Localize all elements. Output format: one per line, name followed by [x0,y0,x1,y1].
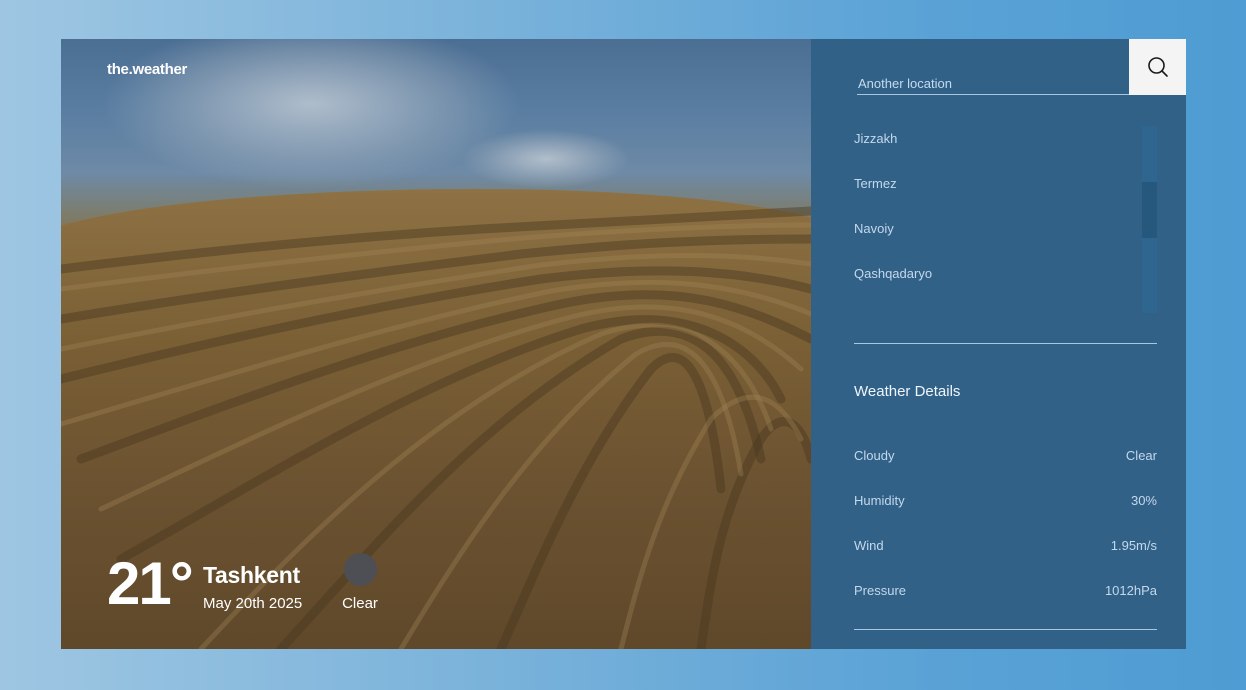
current-temperature: 21° [107,550,194,617]
background-photo: the.weather 21° Tashkent May 20th 2025 C… [61,39,811,649]
location-list-scrollbar[interactable] [1142,126,1157,313]
location-item-qashqadaryo[interactable]: Qashqadaryo [854,262,1134,307]
detail-value: Clear [1125,448,1157,463]
divider [854,343,1157,344]
detail-label: Pressure [854,583,907,598]
city-name: Tashkent [203,562,300,588]
app-logo[interactable]: the.weather [107,61,187,78]
sidebar-panel: Jizzakh Termez Navoiy Qashqadaryo Weathe… [811,39,1186,649]
location-search-input[interactable] [857,63,1129,95]
detail-value: 1012hPa [1104,583,1157,598]
location-info: Tashkent May 20th 2025 [203,562,302,612]
condition-info: Clear [340,553,380,612]
detail-row-wind: Wind 1.95m/s [854,536,1157,581]
detail-label: Humidity [854,493,905,508]
detail-value: 1.95m/s [1110,538,1157,553]
weather-condition-icon [344,553,377,586]
condition-label: Clear [342,595,378,612]
weather-details-list: Cloudy Clear Humidity 30% Wind 1.95m/s P… [854,446,1157,626]
search-button[interactable] [1129,39,1186,95]
current-date: May 20th 2025 [203,595,303,612]
detail-row-cloudy: Cloudy Clear [854,446,1157,491]
search-icon [1147,57,1168,77]
divider [854,629,1157,630]
detail-label: Cloudy [854,448,895,463]
location-list: Jizzakh Termez Navoiy Qashqadaryo [854,127,1134,307]
weather-details-heading: Weather Details [854,383,961,400]
detail-label: Wind [854,538,884,553]
location-item-jizzakh[interactable]: Jizzakh [854,127,1134,172]
location-item-termez[interactable]: Termez [854,172,1134,217]
location-item-navoiy[interactable]: Navoiy [854,217,1134,262]
detail-row-pressure: Pressure 1012hPa [854,581,1157,626]
detail-row-humidity: Humidity 30% [854,491,1157,536]
scrollbar-thumb[interactable] [1142,182,1157,238]
weather-app: the.weather 21° Tashkent May 20th 2025 C… [61,39,1186,649]
detail-value: 30% [1130,493,1157,508]
